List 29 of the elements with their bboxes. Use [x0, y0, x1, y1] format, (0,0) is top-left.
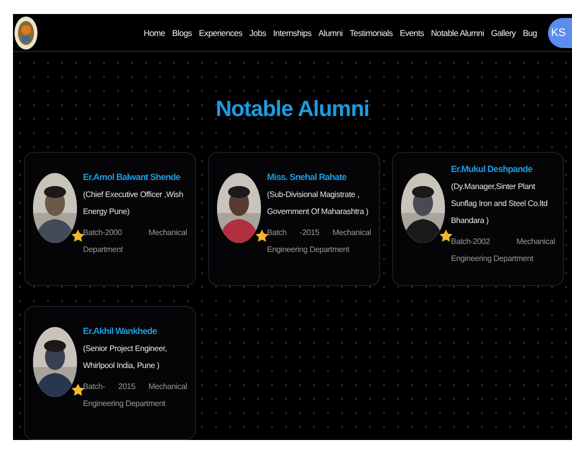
nav-link[interactable]: Notable Alumni	[430, 28, 484, 38]
alumni-batch: Batch-2000 Mechanical Department	[83, 227, 187, 256]
nav-link[interactable]: Internships	[273, 28, 312, 38]
star-icon	[439, 229, 453, 243]
alumni-name: Miss. Snehal Rahate	[267, 172, 348, 182]
emblem-logo	[14, 16, 38, 50]
alumni-role: (Chief Executive Officer ,Wish Energy Pune)	[83, 189, 184, 218]
nav-link[interactable]: Testimonials	[350, 28, 393, 38]
nav-link[interactable]: Blogs	[172, 28, 192, 38]
alumni-role: (Senior Project Engineer, Whirlpool India, Pune )	[83, 343, 168, 372]
nav-link[interactable]: Bug	[522, 28, 537, 38]
nav-link[interactable]: Jobs	[249, 28, 266, 38]
nav-link[interactable]: Alumni	[318, 28, 343, 38]
alumni-role: (Sub-Divisional Magistrate , Government Of Maharashtra )	[267, 189, 370, 218]
alumni-name: Er.Amol Balwant Shende	[83, 172, 182, 182]
star-icon	[71, 229, 85, 243]
nav-link[interactable]: Home	[144, 28, 166, 38]
alumni-role: (Dy.Manager,Sinter Plant Sunflag Iron and Steel Co.ltd Bhandara )	[451, 180, 548, 227]
star-icon	[255, 229, 269, 243]
alumni-batch: Batch-2002 Mechanical Engineering Department	[451, 236, 555, 265]
nav-link[interactable]: Events	[400, 28, 424, 38]
alumni-name: Er.Mukul Deshpande	[451, 164, 534, 174]
nav-link[interactable]: Experiences	[198, 28, 242, 38]
alumni-batch: Batch- 2015 Mechanical Engineering Department	[83, 381, 187, 410]
alumni-name: Er.Akhil Wankhede	[83, 326, 158, 336]
page-heading: Notable Alumni	[214, 96, 370, 122]
nav-link[interactable]: Gallery	[490, 28, 516, 38]
star-icon	[71, 383, 85, 397]
alumni-batch: Batch -2015 Mechanical Engineering Department	[267, 227, 371, 256]
